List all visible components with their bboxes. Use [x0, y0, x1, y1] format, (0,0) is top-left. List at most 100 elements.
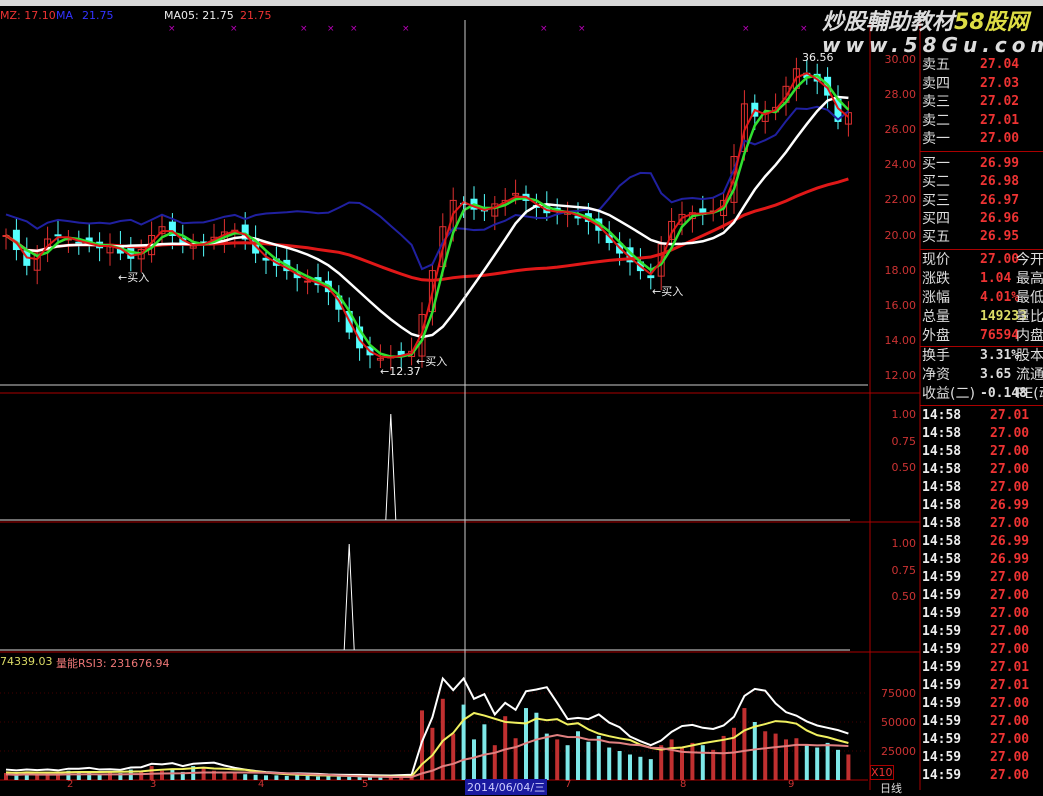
- tick-price: 26.99: [990, 498, 1030, 513]
- row-label-2: 最高: [1016, 271, 1043, 287]
- tick-price: 26.99: [990, 552, 1030, 567]
- mz-indicator: MZ: 17.10: [0, 9, 56, 22]
- volume-bar: [284, 775, 289, 780]
- row-label-2: 流通: [1016, 367, 1043, 383]
- row-label-2: 股本: [1016, 348, 1043, 364]
- quote-row: 涨幅 4.01% 最低: [922, 289, 1043, 307]
- candle: [304, 280, 312, 283]
- crosshair-date: 2014/06/04/三: [465, 779, 548, 795]
- period-button[interactable]: 日线: [880, 780, 902, 796]
- tick-price: 27.00: [990, 768, 1030, 783]
- tick-time: 14:59: [922, 714, 962, 729]
- row-label: 买一: [922, 156, 950, 172]
- volume-bar: [305, 775, 310, 780]
- tick-row: 14:59 27.00: [922, 695, 1029, 713]
- volume-bar: [742, 708, 747, 780]
- volume-bar: [472, 739, 476, 780]
- row-value: 27.04: [980, 57, 1020, 72]
- row-label-2: 今开: [1016, 252, 1043, 268]
- watermark-logo: 炒股輔助教材58股网: [822, 10, 1029, 35]
- volume-axis-label: 75000: [881, 687, 916, 700]
- volume-bar: [836, 749, 840, 780]
- tick-row: 14:59 27.00: [922, 569, 1029, 587]
- tick-row: 14:58 26.99: [922, 551, 1029, 569]
- scale-button[interactable]: X10: [870, 765, 894, 780]
- row-label: 涨跌: [922, 271, 950, 287]
- indicator-axis-label: 1.00: [891, 537, 917, 550]
- row-value: 3.65: [980, 367, 1012, 382]
- row-label: 买二: [922, 174, 950, 191]
- volume-bar: [773, 733, 778, 780]
- tick-row: 14:58 26.99: [922, 533, 1029, 551]
- volume-bar: [607, 747, 612, 780]
- price-axis-label: 18.00: [884, 263, 917, 277]
- quote-row: 现价 27.00 今开: [922, 251, 1043, 269]
- ask-level: 卖一 27.00: [922, 130, 1019, 148]
- tick-time: 14:59: [922, 732, 962, 747]
- tick-time: 14:59: [922, 678, 962, 693]
- tick-price: 27.00: [990, 444, 1030, 459]
- row-label: 买三: [922, 192, 950, 209]
- tick-price: 27.00: [990, 426, 1030, 441]
- volume-bar: [316, 776, 320, 780]
- indicator-spike: [385, 413, 397, 521]
- row-label: 买四: [922, 210, 950, 227]
- signal-marker: ×: [800, 24, 808, 34]
- low-price-marker: ←12.37: [380, 365, 421, 378]
- volume-bar: [534, 712, 539, 780]
- row-label-2: 最低: [1016, 290, 1043, 306]
- tick-time: 14:59: [922, 624, 962, 639]
- price-axis-label: 26.00: [884, 123, 917, 137]
- indicator-axis-label: 0.75: [891, 563, 917, 577]
- divider: [920, 151, 1043, 152]
- tick-time: 14:58: [922, 498, 962, 513]
- finance-row: 换手 3.31% 股本: [922, 347, 1043, 365]
- tick-time: 14:59: [922, 606, 962, 621]
- date-axis-label: 7: [565, 779, 572, 790]
- row-label: 现价: [922, 252, 950, 268]
- date-axis-label: 2: [67, 779, 74, 790]
- tick-row: 14:58 26.99: [922, 497, 1029, 515]
- volume-bar: [482, 724, 487, 780]
- tick-price: 27.00: [990, 642, 1030, 657]
- tick-time: 14:58: [922, 426, 962, 441]
- kline-chart[interactable]: × × × × × × × × × ×: [0, 0, 1043, 790]
- volume-bar: [451, 733, 456, 780]
- ask-level: 卖二 27.01: [922, 112, 1019, 130]
- volume-bar: [274, 775, 279, 780]
- volume-bar: [565, 745, 570, 780]
- tick-time: 14:59: [922, 642, 962, 657]
- tick-price: 27.00: [990, 750, 1030, 765]
- tick-price: 27.00: [990, 570, 1030, 585]
- row-value: 27.01: [980, 112, 1020, 128]
- ma05-value: 21.75: [240, 9, 272, 22]
- tick-time: 14:59: [922, 570, 962, 585]
- watermark-url: www.58Gu.com: [822, 33, 1043, 57]
- tick-row: 14:59 27.00: [922, 731, 1029, 749]
- volume-bar: [628, 754, 632, 780]
- date-axis-label: 9: [788, 779, 795, 790]
- tick-row: 14:58 27.00: [922, 461, 1029, 479]
- tick-time: 14:58: [922, 516, 962, 531]
- bid-level: 买五 26.95: [922, 228, 1019, 246]
- high-price-marker: 36.56: [802, 51, 834, 64]
- volume-bar: [264, 775, 268, 780]
- tick-time: 14:58: [922, 462, 962, 477]
- volume-value: 74339.03: [0, 655, 53, 668]
- ma-blue-label: MA: [56, 9, 74, 22]
- tick-price: 27.00: [990, 516, 1030, 531]
- row-value: 26.99: [980, 156, 1020, 171]
- tick-time: 14:58: [922, 480, 962, 495]
- row-value: 3.31%: [980, 348, 1020, 363]
- tick-price: 27.00: [990, 714, 1030, 729]
- row-label: 涨幅: [922, 290, 950, 306]
- tick-row: 14:59 27.00: [922, 767, 1029, 785]
- volume-bar: [243, 774, 248, 780]
- tick-row: 14:59 27.01: [922, 659, 1029, 677]
- candle: [75, 241, 83, 244]
- signal-marker: ×: [742, 24, 750, 34]
- volume-bar: [347, 776, 352, 780]
- ask-level: 卖三 27.02: [922, 93, 1019, 111]
- row-label: 卖二: [922, 112, 950, 129]
- price-axis-label: 22.00: [884, 193, 917, 207]
